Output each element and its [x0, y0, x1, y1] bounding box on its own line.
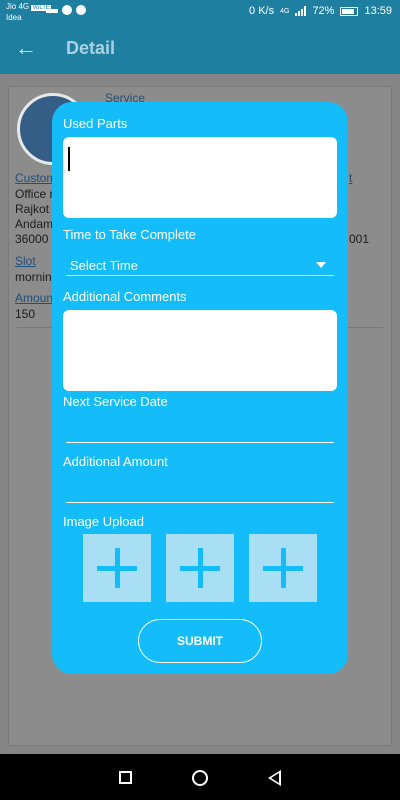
page-title: Detail	[66, 38, 116, 58]
back-triangle-icon[interactable]	[268, 770, 281, 786]
battery-icon	[340, 6, 359, 16]
additional-amount-input[interactable]	[66, 475, 334, 503]
comments-input[interactable]	[63, 310, 337, 391]
network-speed: 0 K/s	[249, 5, 275, 17]
home-icon[interactable]	[192, 770, 208, 786]
plus-icon-vertical	[115, 548, 120, 588]
used-parts-input[interactable]	[63, 137, 337, 218]
comments-label: Additional Comments	[63, 289, 187, 304]
address-line-3: Andam	[15, 217, 54, 231]
app-bar: ← Detail	[0, 24, 400, 74]
customer-link[interactable]: Custom	[15, 171, 56, 185]
carrier-primary: Jio 4G	[6, 2, 30, 11]
used-parts-label: Used Parts	[63, 116, 128, 131]
network-type: 4G	[280, 7, 290, 15]
time-label: Time to Take Complete	[63, 227, 196, 242]
right-link[interactable]: t	[349, 171, 352, 185]
next-service-label: Next Service Date	[63, 394, 168, 409]
address-line-2: Rajkot	[15, 202, 50, 216]
address-line-1: Office n	[15, 187, 57, 201]
recents-icon[interactable]	[119, 771, 132, 784]
image-upload-slot-1[interactable]	[83, 534, 151, 602]
image-upload-slot-3[interactable]	[249, 534, 317, 602]
additional-amount-label: Additional Amount	[63, 454, 168, 469]
time-select[interactable]: Select Time	[66, 254, 334, 276]
telegram-icon	[76, 5, 86, 15]
slot-link[interactable]: Slot	[15, 254, 36, 268]
plus-icon-vertical	[198, 548, 203, 588]
amount-value: 150	[15, 307, 36, 321]
notification-icons	[46, 5, 86, 15]
text-cursor	[68, 147, 70, 171]
image-upload-slot-2[interactable]	[166, 534, 234, 602]
system-nav-bar	[0, 754, 400, 800]
carrier-info: Jio 4G VoLTE Idea	[6, 2, 51, 23]
service-complete-dialog: Used Parts Time to Take Complete Select …	[52, 102, 348, 674]
call-forward-icon	[46, 9, 58, 13]
image-upload-label: Image Upload	[63, 514, 144, 529]
submit-button[interactable]: SUBMIT	[138, 619, 262, 663]
address-line-4: 36000	[15, 232, 49, 246]
status-right: 0 K/s 4G 72% 13:59	[249, 5, 392, 17]
battery-percent: 72%	[312, 5, 335, 17]
arrow-left-icon[interactable]: ←	[14, 36, 38, 60]
plus-icon-vertical	[281, 548, 286, 588]
right-number: 001	[349, 232, 370, 246]
chevron-down-icon	[316, 262, 326, 268]
next-service-input[interactable]	[66, 415, 334, 443]
amount-link[interactable]: Amoun	[15, 291, 53, 305]
slot-value: mornin	[15, 270, 52, 284]
message-icon	[62, 5, 72, 15]
status-bar: Jio 4G VoLTE Idea 0 K/s 4G 72% 13:59	[0, 0, 400, 24]
time-select-value: Select Time	[70, 258, 138, 273]
carrier-secondary: Idea	[6, 13, 22, 22]
signal-icon	[295, 6, 307, 16]
clock: 13:59	[364, 5, 392, 17]
